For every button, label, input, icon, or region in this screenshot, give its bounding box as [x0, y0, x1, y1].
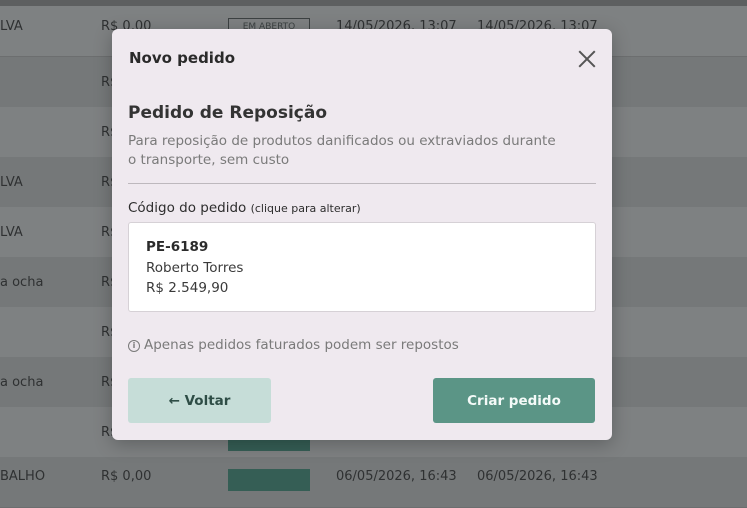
- cell-date-updated: 06/05/2026, 16:43: [477, 469, 598, 484]
- order-type-heading: Pedido de Reposição: [128, 103, 328, 123]
- cell-name: LVA: [0, 19, 23, 34]
- cell-name: LVA: [0, 225, 23, 240]
- cell-value: R$ 0,00: [101, 469, 152, 484]
- order-selector-card[interactable]: PE-6189 Roberto Torres R$ 2.549,90: [128, 222, 596, 312]
- back-button[interactable]: ← Voltar: [128, 378, 271, 423]
- status-badge: [228, 469, 310, 491]
- cell-name: a ocha: [0, 375, 44, 390]
- order-code-hint: (clique para alterar): [250, 202, 361, 215]
- order-code-label-text: Código do pedido: [128, 200, 247, 216]
- divider: [128, 183, 596, 184]
- cell-name: LVA: [0, 175, 23, 190]
- info-icon: i: [128, 340, 140, 352]
- cell-name: BALHO: [0, 469, 46, 484]
- order-client-name: Roberto Torres: [146, 260, 244, 276]
- modal-title: Novo pedido: [129, 49, 235, 67]
- new-order-modal: Novo pedido Pedido de Reposição Para rep…: [112, 29, 612, 440]
- back-button-label: Voltar: [184, 392, 231, 409]
- create-order-button[interactable]: Criar pedido: [433, 378, 595, 423]
- order-code: PE-6189: [146, 239, 209, 255]
- order-value: R$ 2.549,90: [146, 280, 229, 296]
- order-code-label: Código do pedido (clique para alterar): [128, 200, 361, 216]
- table-row: BALHO R$ 0,00 06/05/2026, 16:43 06/05/20…: [0, 457, 747, 508]
- cell-date-created: 06/05/2026, 16:43: [336, 469, 457, 484]
- order-type-description: Para reposição de produtos danificados o…: [128, 133, 556, 168]
- close-icon[interactable]: [576, 48, 598, 70]
- info-notice: i Apenas pedidos faturados podem ser repo…: [128, 337, 459, 353]
- cell-name: a ocha: [0, 275, 44, 290]
- arrow-left-icon: ←: [168, 392, 180, 409]
- info-notice-text: Apenas pedidos faturados podem ser repos…: [144, 337, 459, 353]
